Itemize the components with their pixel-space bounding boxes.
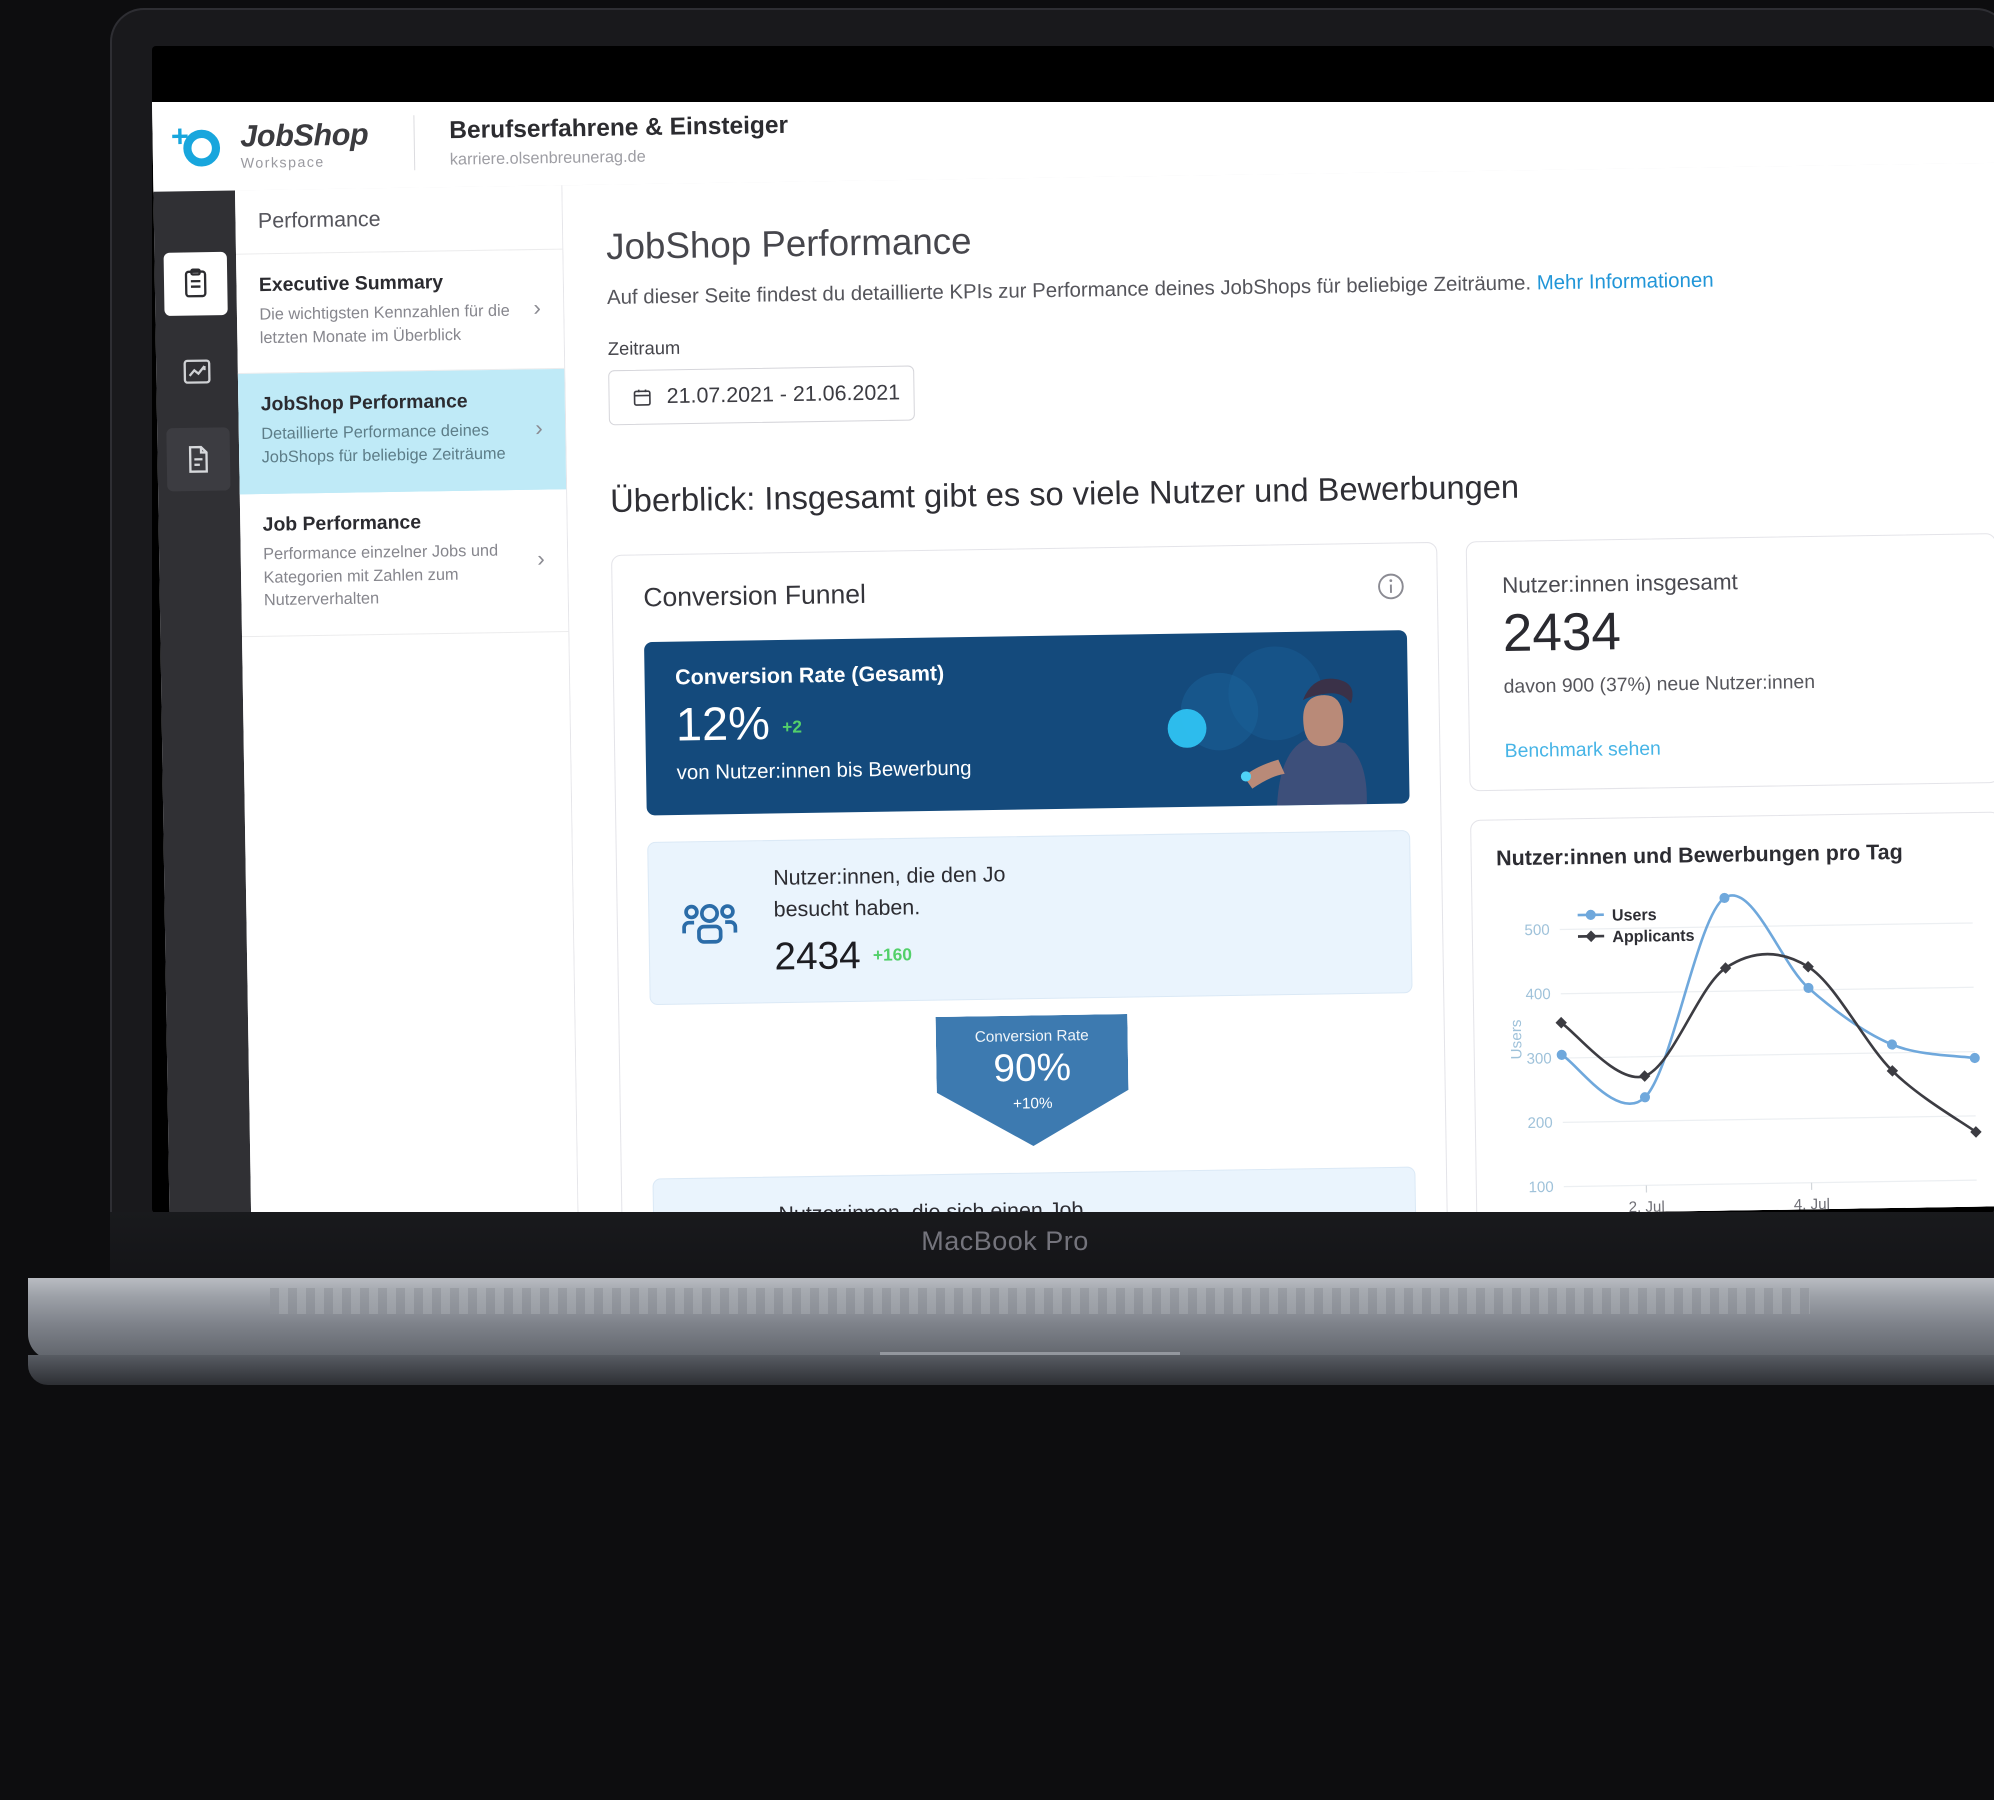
- date-range-picker[interactable]: 21.07.2021 - 21.06.2021: [608, 365, 915, 426]
- analytics-icon: [183, 359, 211, 384]
- svg-text:Users: Users: [1612, 906, 1657, 925]
- step-text-line1: Nutzer:innen, die sich einen Job: [778, 1198, 1084, 1213]
- svg-text:2. Jul: 2. Jul: [1629, 1199, 1665, 1213]
- jobshop-logo-icon: +: [169, 119, 227, 173]
- svg-text:100: 100: [1528, 1179, 1553, 1197]
- device-label: MacBook Pro: [921, 1226, 1089, 1256]
- page-description: Auf dieser Seite findest du detaillierte…: [607, 264, 1994, 310]
- kpi-label: Nutzer:innen insgesamt: [1501, 568, 1738, 598]
- jobshop-dashboard-app: + JobShop Workspace Berufserfahrene & Ei…: [152, 102, 1994, 1213]
- screen-content: + JobShop Workspace Berufserfahrene & Ei…: [152, 102, 1994, 1213]
- arrow-label: Conversion Rate: [974, 1026, 1089, 1046]
- sidebar-item-executive-summary[interactable]: Executive Summary Die wichtigsten Kennza…: [236, 249, 565, 375]
- sidebar-item-desc: Die wichtigsten Kennzahlen für die letzt…: [259, 302, 510, 347]
- sidebar-item-desc: Performance einzelner Jobs und Kategorie…: [263, 542, 499, 610]
- main-content: JobShop Performance Auf dieser Seite fin…: [562, 162, 1994, 1213]
- document-icon: [188, 445, 208, 473]
- line-chart-svg: 100 200 300 400 500 2. Jul 4. Jul Users Applic…: [1508, 892, 1982, 1213]
- site-title: Berufserfahrene & Einsteiger: [449, 110, 789, 144]
- step-value-row: 2434 +160: [774, 932, 1007, 980]
- chart-title: Nutzer:innen und Bewerbungen pro Tag: [1495, 840, 1903, 871]
- users-icon: [682, 903, 738, 944]
- svg-text:400: 400: [1525, 986, 1550, 1004]
- macbook-pro-device: + JobShop Workspace Berufserfahrene & Ei…: [0, 0, 1994, 1800]
- rail-item-analytics[interactable]: [165, 340, 229, 404]
- step-value: 2434: [774, 934, 862, 979]
- page-description-text: Auf dieser Seite findest du detaillierte…: [606, 272, 1537, 310]
- brand-name: JobShop: [240, 117, 369, 154]
- section-title: Überblick: Insgesamt gibt es so viele Nu…: [609, 468, 1520, 520]
- person-illustration-icon: [1167, 646, 1367, 806]
- chart-x-tick-marks: 2. Jul 4. Jul: [1629, 1182, 1830, 1213]
- kpi-value: 2434: [1502, 602, 1622, 664]
- benchmark-link[interactable]: Benchmark sehen: [1505, 738, 1662, 763]
- daily-users-chart-card: Nutzer:innen und Bewerbungen pro Tag 100…: [1470, 811, 1994, 1213]
- navigation-panel: Performance Executive Summary Die wichti…: [234, 185, 579, 1213]
- chevron-right-icon: ›: [533, 295, 542, 321]
- arrow-value: 90%: [993, 1046, 1072, 1091]
- funnel-arrow-1-wrap: Conversion Rate 90% +10%: [650, 1009, 1415, 1152]
- total-users-card: Nutzer:innen insgesamt 2434 davon 900 (3…: [1465, 533, 1994, 792]
- brand-logo[interactable]: + JobShop Workspace: [152, 116, 404, 173]
- kpi-subtext: davon 900 (37%) neue Nutzer:innen: [1503, 671, 1816, 698]
- step-delta: +160: [872, 944, 913, 965]
- sidebar-item-desc: Detaillierte Performance deines JobShops…: [261, 422, 506, 467]
- chevron-right-icon: ›: [535, 414, 543, 441]
- hero-delta: +2: [781, 717, 803, 737]
- ring-icon: [183, 129, 221, 167]
- svg-text:500: 500: [1524, 922, 1549, 940]
- rail-item-clipboard[interactable]: [163, 251, 228, 317]
- right-column: Nutzer:innen insgesamt 2434 davon 900 (3…: [1465, 533, 1994, 1213]
- svg-text:300: 300: [1526, 1050, 1551, 1068]
- sidebar-item-job-performance[interactable]: Job Performance Performance einzelner Jo…: [239, 489, 569, 638]
- info-icon[interactable]: [1375, 570, 1406, 601]
- conversion-funnel-card: Conversion Funnel Conversion Rate (Gesam…: [611, 541, 1453, 1213]
- funnel-arrow-1: Conversion Rate 90% +10%: [936, 1014, 1130, 1148]
- clipboard-icon: [184, 268, 207, 298]
- chart-y-axis-label: Users: [1508, 1019, 1526, 1060]
- site-url: karriere.olsenbreunerag.de: [449, 147, 646, 169]
- brand-subtitle: Workspace: [240, 152, 325, 171]
- screen-bezel: + JobShop Workspace Berufserfahrene & Ei…: [152, 46, 1994, 1213]
- app-body: Performance Executive Summary Die wichti…: [153, 162, 1994, 1213]
- hero-value: 12%: [675, 696, 771, 751]
- calendar-icon: [633, 389, 651, 406]
- funnel-step-jobviews: Nutzer:innen, die sich einen Job angesch…: [652, 1166, 1418, 1213]
- laptop-hinge: [270, 1288, 1810, 1314]
- topbar-divider: [413, 115, 416, 171]
- zeitraum-label: Zeitraum: [607, 337, 681, 360]
- funnel-step-visitors: Nutzer:innen, die den Jo besucht haben. …: [647, 829, 1413, 1006]
- step-text-line2: besucht haben.: [773, 895, 921, 922]
- nav-header: Performance: [234, 185, 563, 255]
- conversion-rate-hero: Conversion Rate (Gesamt) 12% +2 von Nutz…: [644, 630, 1410, 816]
- sidebar-item-title: JobShop Performance: [260, 391, 468, 416]
- page-title: JobShop Performance: [605, 219, 972, 268]
- sidebar-item-title: Job Performance: [262, 511, 422, 536]
- sidebar-item-jobshop-performance[interactable]: JobShop Performance Detaillierte Perform…: [237, 369, 567, 495]
- date-range-value: 21.07.2021 - 21.06.2021: [666, 380, 901, 409]
- chart-gridlines: [1559, 922, 1977, 1188]
- chart-plot-area: 100 200 300 400 500 2. Jul 4. Jul Users Applic…: [1496, 870, 1985, 1213]
- more-info-link[interactable]: Mehr Informationen: [1537, 269, 1714, 294]
- chart-y-tick-labels: 100 200 300 400 500: [1524, 922, 1553, 1197]
- svg-text:Applicants: Applicants: [1612, 927, 1695, 946]
- chart-legend: Users Applicants: [1577, 906, 1695, 946]
- funnel-header: Conversion Funnel: [643, 570, 1406, 614]
- svg-text:4. Jul: 4. Jul: [1794, 1196, 1830, 1213]
- funnel-card-title: Conversion Funnel: [643, 578, 867, 613]
- step-text-line1: Nutzer:innen, die den Jo: [773, 862, 1006, 891]
- rail-item-document[interactable]: [166, 427, 231, 492]
- sidebar-item-title: Executive Summary: [258, 271, 444, 297]
- laptop-base-bottom: [28, 1355, 1994, 1385]
- arrow-delta: +10%: [1012, 1094, 1053, 1113]
- svg-text:200: 200: [1527, 1115, 1552, 1133]
- chevron-right-icon: ›: [537, 546, 545, 572]
- site-info: Berufserfahrene & Einsteiger karriere.ol…: [449, 110, 789, 169]
- cards-row: Conversion Funnel Conversion Rate (Gesam…: [611, 532, 1994, 1213]
